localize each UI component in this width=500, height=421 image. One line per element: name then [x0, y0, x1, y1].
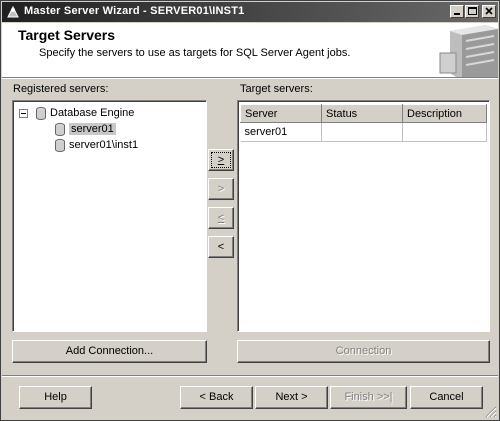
wizard-app-icon — [7, 5, 19, 18]
add-server-button[interactable]: > — [208, 149, 234, 171]
finish-label: Finish >>| — [344, 391, 393, 403]
cancel-button[interactable]: Cancel — [410, 386, 483, 409]
help-label: Help — [44, 391, 67, 403]
finish-button[interactable]: Finish >>| — [330, 386, 407, 409]
window-title: Master Server Wizard - SERVER01\INST1 — [24, 5, 245, 17]
tree-item-label: server01 — [69, 123, 116, 135]
collapse-icon[interactable] — [19, 108, 28, 118]
table-row[interactable]: server01 — [240, 122, 487, 142]
tree-item-label: server01\inst1 — [69, 139, 139, 151]
page-title: Target Servers — [18, 27, 116, 43]
add-server-label: > — [217, 154, 225, 166]
add-all-servers-button[interactable]: > — [208, 178, 234, 200]
wizard-header: Target Servers Specify the servers to us… — [2, 23, 498, 78]
minimize-icon — [454, 13, 460, 15]
grid-header-row: Server Status Description — [240, 104, 487, 123]
column-header-description[interactable]: Description — [402, 104, 487, 123]
add-all-label: > — [217, 183, 225, 195]
close-icon — [485, 7, 493, 15]
registered-servers-label: Registered servers: — [13, 83, 108, 95]
target-servers-grid-panel[interactable]: Server Status Description server01 — [237, 100, 490, 332]
server-rack-icon — [436, 23, 498, 77]
title-bar[interactable]: Master Server Wizard - SERVER01\INST1 — [2, 2, 498, 22]
maximize-icon — [468, 7, 477, 15]
resize-grip-icon[interactable] — [485, 406, 497, 418]
tree-root-label: Database Engine — [50, 107, 135, 119]
cell-description[interactable] — [402, 122, 487, 142]
next-label: Next > — [275, 391, 308, 403]
add-connection-button[interactable]: Add Connection... — [12, 340, 207, 363]
database-icon — [55, 122, 65, 136]
registered-servers-label-text: Registered servers: — [13, 83, 109, 95]
tree-node-server01-inst1[interactable]: server01\inst1 — [55, 137, 138, 153]
tree-node-database-engine[interactable]: Database Engine — [19, 105, 134, 121]
next-button[interactable]: Next > — [255, 386, 328, 409]
minimize-button[interactable] — [450, 5, 464, 18]
cancel-label: Cancel — [429, 391, 464, 403]
back-button[interactable]: < Back — [180, 386, 253, 409]
back-label: < Back — [199, 391, 234, 403]
database-icon — [36, 106, 46, 120]
connection-label: Connection — [335, 345, 392, 357]
target-servers-grid[interactable]: Server Status Description server01 — [240, 104, 487, 142]
registered-servers-tree[interactable]: Database Engine server01 server01\inst1 — [12, 100, 207, 332]
connection-button[interactable]: Connection — [237, 340, 490, 363]
page-subtitle: Specify the servers to use as targets fo… — [39, 47, 351, 59]
close-button[interactable] — [482, 5, 496, 18]
target-servers-label: Target servers: — [240, 83, 313, 95]
tree-node-server01[interactable]: server01 — [55, 121, 116, 137]
help-button[interactable]: Help — [19, 386, 92, 409]
remove-all-servers-button[interactable]: < — [208, 236, 234, 258]
column-header-status[interactable]: Status — [321, 104, 403, 123]
column-header-server[interactable]: Server — [240, 104, 322, 123]
database-icon — [55, 138, 65, 152]
cell-server[interactable]: server01 — [240, 122, 322, 142]
remove-all-label: < — [217, 241, 225, 253]
footer-divider — [2, 375, 498, 377]
maximize-button[interactable] — [465, 5, 479, 18]
target-servers-label-text: Target servers: — [240, 83, 313, 95]
remove-server-label: < — [217, 212, 225, 224]
cell-status[interactable] — [321, 122, 403, 142]
header-divider — [2, 78, 498, 79]
remove-server-button[interactable]: < — [208, 207, 234, 229]
add-connection-label: Add Connection... — [65, 345, 154, 357]
wizard-window: Master Server Wizard - SERVER01\INST1 Ta… — [0, 0, 500, 421]
